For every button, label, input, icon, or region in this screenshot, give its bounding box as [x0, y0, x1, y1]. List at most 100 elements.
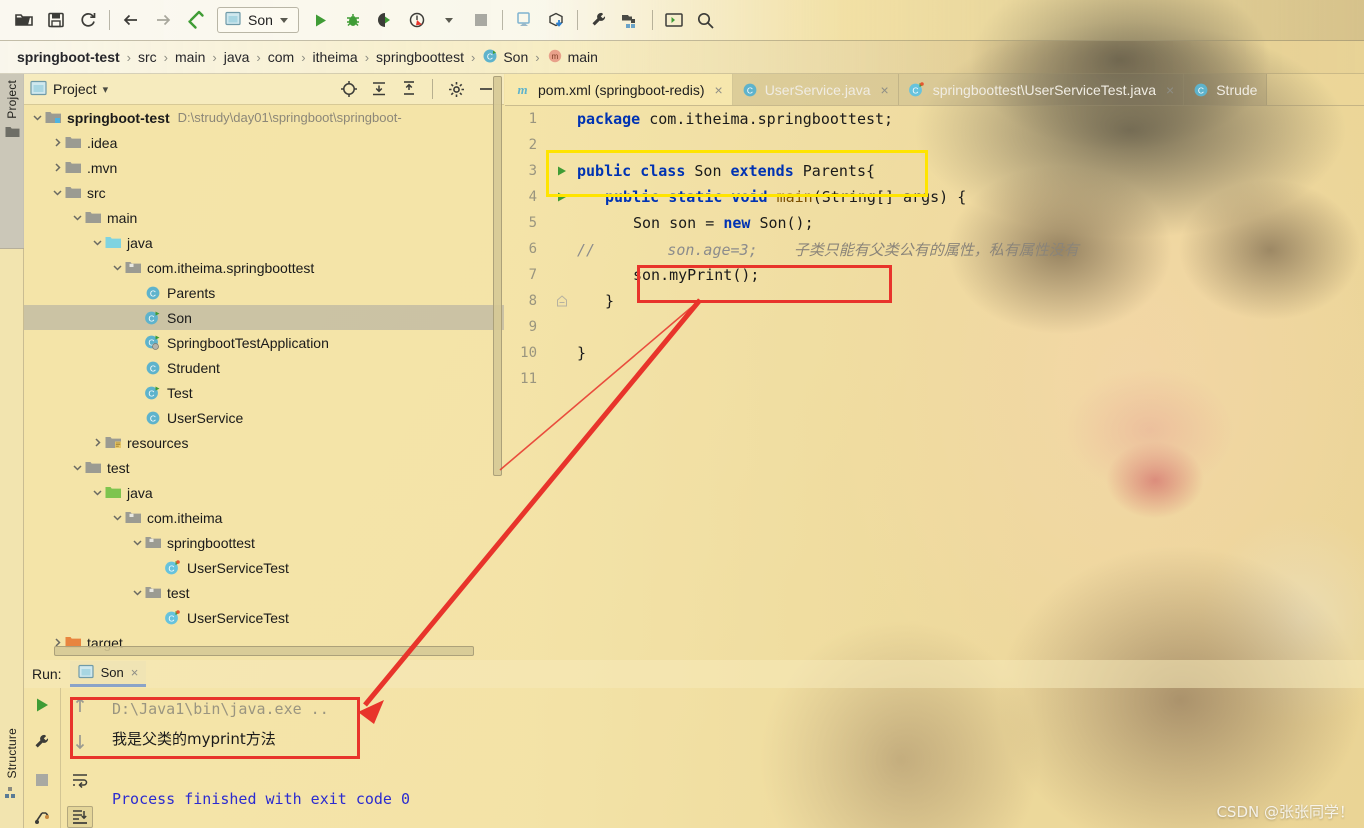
tree-row[interactable]: java [24, 230, 504, 255]
debug-bug-icon[interactable] [337, 5, 369, 35]
run-tab-son[interactable]: Son × [69, 661, 147, 687]
tree-row[interactable]: test [24, 455, 504, 480]
breadcrumb-item-springboottest[interactable]: springboottest [369, 49, 471, 65]
line-number: 1 [528, 111, 537, 127]
sidebar-item-project[interactable]: Project [0, 74, 24, 249]
tree-row[interactable]: C UserServiceTest [24, 605, 504, 630]
code-editor[interactable]: 1 package com.itheima.springboottest; 2 3 pu… [505, 106, 1364, 660]
tree-row[interactable]: springboot-test D:\strudy\day01\springboo… [24, 105, 504, 130]
tree-horizontal-scrollbar[interactable] [54, 646, 474, 656]
chevron-down-icon[interactable] [90, 486, 104, 500]
editor-tab[interactable]: C UserService.java × [732, 74, 899, 105]
rerun-icon[interactable] [29, 694, 55, 716]
terminal-icon[interactable] [658, 5, 690, 35]
tree-row[interactable]: resources [24, 430, 504, 455]
tree-row[interactable]: .mvn [24, 155, 504, 180]
folder-icon [64, 160, 82, 176]
close-icon[interactable]: × [881, 82, 889, 98]
run-icon[interactable] [305, 5, 337, 35]
console-line: Process finished with exit code 0 [112, 790, 411, 808]
chevron-down-icon[interactable] [30, 111, 44, 125]
settings-wrench-icon[interactable] [583, 5, 615, 35]
project-title-caret-icon[interactable]: ▾ [103, 83, 109, 96]
close-icon[interactable]: × [715, 82, 723, 98]
breadcrumb-item-com[interactable]: com [261, 49, 301, 65]
soft-wrap-icon[interactable] [67, 769, 93, 790]
down-arrow-icon[interactable] [67, 731, 93, 752]
scroll-to-end-icon[interactable] [66, 806, 93, 828]
tree-row[interactable]: C UserService [24, 405, 504, 430]
editor-tab[interactable]: m pom.xml (springboot-redis) × [505, 74, 733, 105]
chevron-down-icon[interactable] [130, 536, 144, 550]
gear-icon[interactable] [444, 78, 468, 100]
chevron-right-icon[interactable] [50, 136, 64, 150]
tree-row[interactable]: com.itheima.springboottest [24, 255, 504, 280]
update-project-icon[interactable] [508, 5, 540, 35]
tree-row[interactable]: C Son [24, 305, 504, 330]
run-with-coverage-icon[interactable] [369, 5, 401, 35]
breadcrumb-item-src[interactable]: src [131, 49, 164, 65]
locate-target-icon[interactable] [337, 78, 361, 100]
chevron-down-icon[interactable] [70, 461, 84, 475]
chevron-down-icon[interactable] [70, 211, 84, 225]
forward-arrow-icon[interactable] [147, 5, 179, 35]
chevron-down-icon[interactable] [110, 511, 124, 525]
breadcrumb-item-main[interactable]: main [168, 49, 212, 65]
expand-all-icon[interactable] [367, 78, 391, 100]
tree-row[interactable]: java [24, 480, 504, 505]
wrench-settings-icon[interactable] [29, 732, 55, 754]
tree-row[interactable]: src [24, 180, 504, 205]
class-icon: C [482, 48, 498, 67]
tree-row[interactable]: C Strudent [24, 355, 504, 380]
open-folder-icon[interactable] [8, 5, 40, 35]
sync-refresh-icon[interactable] [72, 5, 104, 35]
run-toolbar-secondary [60, 688, 98, 828]
breadcrumb-item-java[interactable]: java [217, 49, 257, 65]
tree-row[interactable]: C Test [24, 380, 504, 405]
breadcrumb-item-project[interactable]: springboot-test [10, 49, 127, 65]
search-icon[interactable] [690, 5, 722, 35]
chevron-down-icon[interactable] [130, 586, 144, 600]
chevron-right-icon[interactable] [50, 161, 64, 175]
console-output[interactable]: D:\Java1\bin\java.exe .. 我是父类的myprint方法 Pr… [98, 688, 1364, 828]
tree-vertical-scrollbar[interactable] [493, 76, 502, 476]
run-configuration-selector[interactable]: Son [217, 7, 299, 33]
gutter-run-icon[interactable] [547, 191, 577, 203]
editor-tab[interactable]: Cspringboottest\UserServiceTest.java × [898, 74, 1185, 105]
gutter-run-icon[interactable] [547, 165, 577, 177]
tree-row[interactable]: com.itheima [24, 505, 504, 530]
chevron-down-icon[interactable] [50, 186, 64, 200]
project-structure-icon[interactable] [615, 5, 647, 35]
download-package-icon[interactable] [540, 5, 572, 35]
breadcrumb-item-main-method[interactable]: m main [540, 48, 605, 67]
stop-icon[interactable] [465, 5, 497, 35]
project-tree[interactable]: springboot-test D:\strudy\day01\springboo… [24, 104, 504, 652]
save-all-icon[interactable] [40, 5, 72, 35]
profiler-icon[interactable] [401, 5, 433, 35]
close-icon[interactable]: × [1166, 82, 1174, 98]
build-hammer-icon[interactable] [179, 5, 211, 35]
stop-icon[interactable] [29, 769, 55, 791]
threads-icon[interactable] [29, 807, 55, 828]
tree-row[interactable]: C UserServiceTest [24, 555, 504, 580]
sidebar-item-structure[interactable]: Structure [0, 700, 24, 828]
back-arrow-icon[interactable] [115, 5, 147, 35]
tree-row[interactable]: .idea [24, 130, 504, 155]
up-arrow-icon[interactable] [67, 694, 93, 715]
tree-row[interactable]: main [24, 205, 504, 230]
chevron-down-icon[interactable] [110, 261, 124, 275]
test-class-icon: C [908, 81, 926, 98]
chevron-right-icon[interactable] [90, 436, 104, 450]
breadcrumb-item-itheima[interactable]: itheima [306, 49, 365, 65]
dropdown-caret-icon[interactable] [433, 5, 465, 35]
chevron-down-icon[interactable] [90, 236, 104, 250]
tree-row[interactable]: C Parents [24, 280, 504, 305]
close-icon[interactable]: × [131, 665, 139, 680]
collapse-all-icon[interactable] [397, 78, 421, 100]
tree-row[interactable]: springboottest [24, 530, 504, 555]
runnable-class-icon: C [144, 385, 162, 401]
tree-row[interactable]: C SpringbootTestApplication [24, 330, 504, 355]
editor-tab[interactable]: C Strude [1184, 74, 1268, 105]
breadcrumb-item-son[interactable]: C Son [475, 48, 535, 67]
tree-row[interactable]: test [24, 580, 504, 605]
